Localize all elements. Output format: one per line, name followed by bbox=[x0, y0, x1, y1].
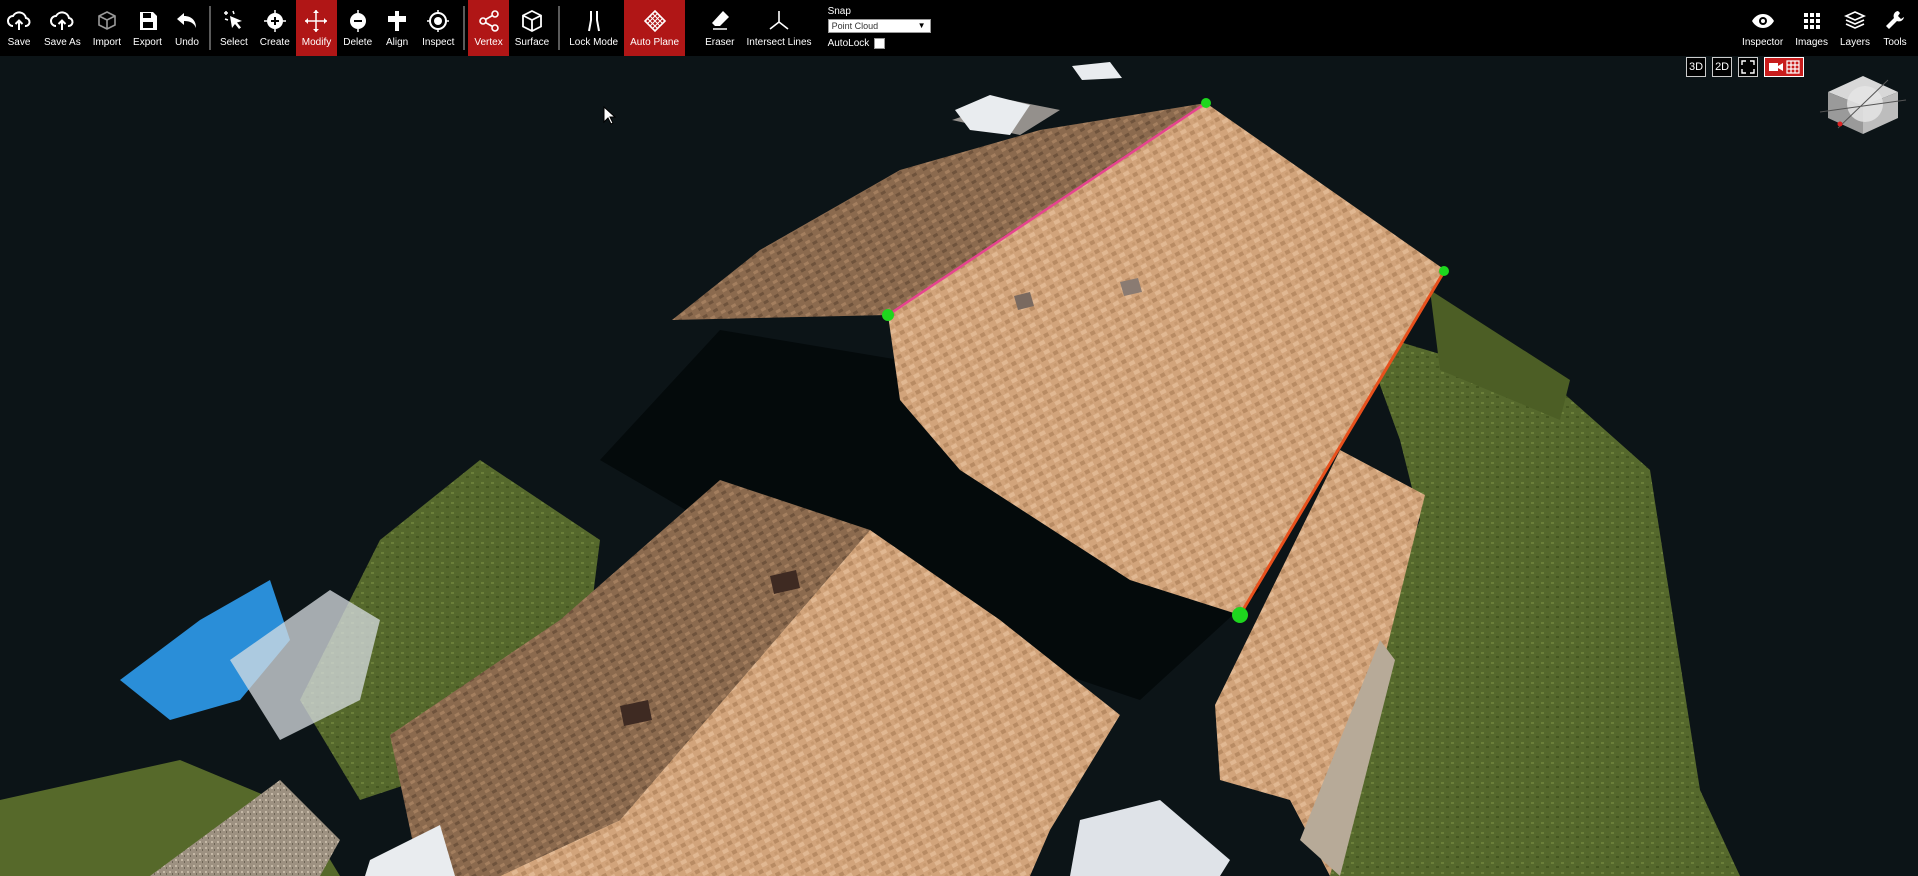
main-toolbar: Save Save As Import Export Undo Select C… bbox=[0, 0, 1918, 56]
import-label: Import bbox=[92, 37, 122, 48]
inspector-label: Inspector bbox=[1742, 37, 1784, 48]
vertex-handle[interactable] bbox=[882, 309, 894, 321]
save-button[interactable]: Save bbox=[0, 0, 38, 56]
floppy-disk-icon bbox=[139, 12, 157, 30]
modify-label: Modify bbox=[301, 37, 332, 48]
right-toolbar-group: Inspector Images Layers Tools bbox=[1736, 0, 1918, 56]
auto-plane-button[interactable]: Auto Plane bbox=[624, 0, 686, 56]
export-label: Export bbox=[133, 37, 162, 48]
export-button[interactable]: Export bbox=[127, 0, 168, 56]
undo-button[interactable]: Undo bbox=[168, 0, 206, 56]
vertex-handle[interactable] bbox=[1201, 98, 1211, 108]
grid-diamond-icon bbox=[643, 9, 666, 33]
grid-dots-icon bbox=[1803, 13, 1820, 29]
view-controls: 3D 2D bbox=[1686, 57, 1805, 77]
intersect-lines-icon bbox=[769, 11, 789, 30]
autolock-checkbox[interactable] bbox=[874, 38, 886, 49]
toolbar-divider bbox=[558, 6, 561, 50]
surface-label: Surface bbox=[514, 37, 550, 48]
layers-icon bbox=[1844, 11, 1866, 29]
target-icon bbox=[427, 10, 450, 32]
layers-label: Layers bbox=[1839, 37, 1870, 48]
snap-label: Snap bbox=[827, 6, 851, 17]
fullscreen-button[interactable] bbox=[1738, 57, 1759, 77]
cube-axis-red bbox=[1837, 121, 1843, 127]
snap-select-value: Point Cloud bbox=[831, 21, 879, 31]
eraser-icon bbox=[711, 11, 729, 30]
snap-select[interactable]: Point Cloud ▼ bbox=[827, 19, 931, 33]
view-3d-button[interactable]: 3D bbox=[1686, 57, 1707, 77]
lock-group: Lock Mode Auto Plane bbox=[563, 0, 686, 56]
extras-group: Eraser Intersect Lines bbox=[699, 0, 818, 56]
vertex-handle[interactable] bbox=[1232, 607, 1248, 623]
lock-lines-icon bbox=[587, 11, 600, 32]
modify-button[interactable]: Modify bbox=[295, 0, 338, 56]
snap-panel: Snap Point Cloud ▼ AutoLock bbox=[818, 0, 939, 56]
inspector-button[interactable]: Inspector bbox=[1736, 0, 1789, 56]
video-camera-icon bbox=[1769, 63, 1784, 71]
view-2d-button[interactable]: 2D bbox=[1712, 57, 1733, 77]
undo-label: Undo bbox=[175, 37, 199, 48]
modes-group: Vertex Surface bbox=[468, 0, 555, 56]
point-cloud-scene[interactable] bbox=[0, 56, 1918, 876]
tools-button[interactable]: Tools bbox=[1876, 0, 1914, 56]
lock-mode-label: Lock Mode bbox=[569, 37, 619, 48]
camera-grid-toggle[interactable] bbox=[1764, 57, 1805, 77]
move-arrows-icon bbox=[305, 10, 328, 32]
save-as-label: Save As bbox=[44, 37, 81, 48]
images-label: Images bbox=[1795, 37, 1828, 48]
import-button[interactable]: Import bbox=[87, 0, 127, 56]
surface-button[interactable]: Surface bbox=[509, 0, 555, 56]
create-button[interactable]: Create bbox=[254, 0, 296, 56]
orientation-cube[interactable] bbox=[1818, 72, 1908, 142]
select-cursor-icon bbox=[223, 10, 242, 29]
plus-circle-icon bbox=[263, 10, 286, 32]
select-button[interactable]: Select bbox=[214, 0, 254, 56]
eraser-label: Eraser bbox=[705, 37, 735, 48]
align-icon bbox=[388, 11, 407, 31]
create-label: Create bbox=[259, 37, 290, 48]
fullscreen-icon bbox=[1741, 60, 1755, 74]
minus-circle-icon bbox=[349, 10, 366, 32]
lock-mode-button[interactable]: Lock Mode bbox=[563, 0, 624, 56]
cloud-upload-icon bbox=[7, 11, 31, 30]
layers-button[interactable]: Layers bbox=[1834, 0, 1876, 56]
undo-arrow-icon bbox=[176, 13, 196, 28]
inspect-button[interactable]: Inspect bbox=[416, 0, 460, 56]
cube-outline-icon bbox=[98, 11, 116, 30]
autolock-row: AutoLock bbox=[828, 38, 931, 49]
eye-icon bbox=[1751, 14, 1774, 28]
autolock-label: AutoLock bbox=[827, 38, 870, 49]
cube-surface-icon bbox=[522, 9, 542, 33]
delete-button[interactable]: Delete bbox=[337, 0, 378, 56]
wrench-icon bbox=[1886, 11, 1904, 29]
cloud-upload-icon bbox=[50, 11, 74, 30]
select-label: Select bbox=[219, 37, 248, 48]
eraser-button[interactable]: Eraser bbox=[699, 0, 740, 56]
file-group: Save Save As Import Export Undo bbox=[0, 0, 206, 56]
vertex-button[interactable]: Vertex bbox=[468, 0, 509, 56]
grid-icon bbox=[1786, 60, 1800, 74]
mouse-pointer-icon bbox=[603, 106, 617, 125]
vertex-handle[interactable] bbox=[1439, 266, 1449, 276]
delete-label: Delete bbox=[343, 37, 373, 48]
point-cloud-viewport[interactable] bbox=[0, 56, 1918, 876]
auto-plane-label: Auto Plane bbox=[630, 37, 680, 48]
caret-down-icon: ▼ bbox=[917, 21, 926, 30]
tools-label: Tools bbox=[1883, 37, 1907, 48]
vertex-share-icon bbox=[478, 10, 499, 32]
intersect-lines-button[interactable]: Intersect Lines bbox=[741, 0, 818, 56]
images-button[interactable]: Images bbox=[1789, 0, 1834, 56]
intersect-lines-label: Intersect Lines bbox=[746, 37, 812, 48]
align-label: Align bbox=[386, 37, 409, 48]
save-label: Save bbox=[7, 37, 31, 48]
tools-group: Select Create Modify Delete Align Inspec… bbox=[214, 0, 460, 56]
save-as-button[interactable]: Save As bbox=[38, 0, 87, 56]
toolbar-divider bbox=[463, 6, 466, 50]
toolbar-divider bbox=[208, 6, 211, 50]
vertex-label: Vertex bbox=[474, 37, 503, 48]
inspect-label: Inspect bbox=[422, 37, 455, 48]
align-button[interactable]: Align bbox=[378, 0, 416, 56]
